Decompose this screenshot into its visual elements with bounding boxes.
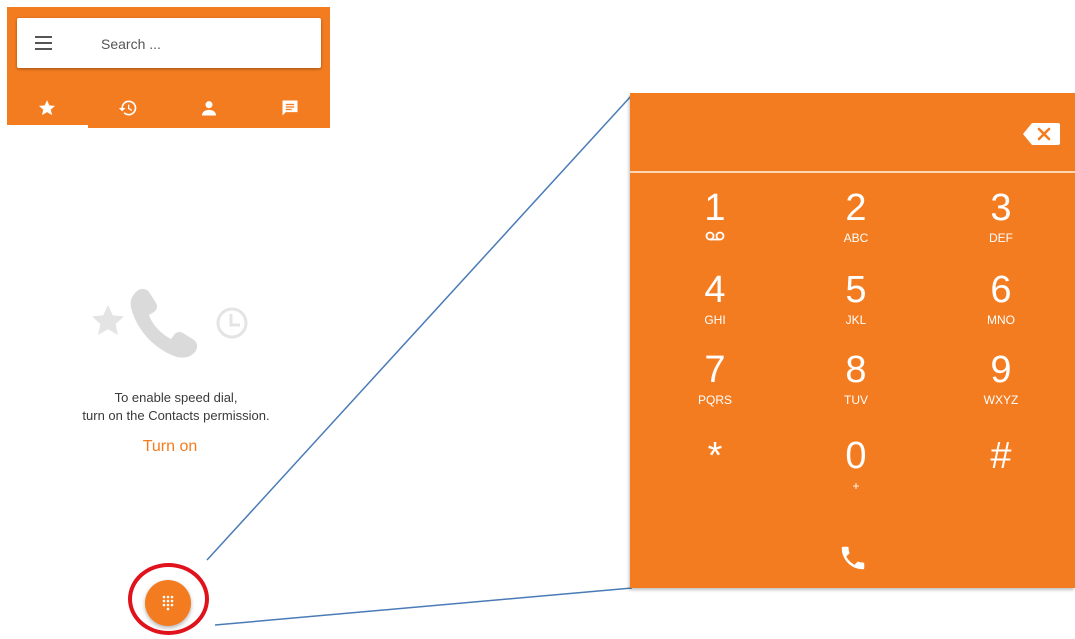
key-letters: MNO [987,313,1015,327]
key-digit: 5 [845,269,867,311]
key-4[interactable]: 4 GHI [660,270,770,348]
key-digit: 9 [990,349,1012,391]
search-input[interactable] [99,32,303,56]
key-hash[interactable]: # [946,436,1056,514]
tab-contacts[interactable] [169,87,250,128]
key-digit: * [707,435,723,477]
key-letters: WXYZ [983,393,1019,407]
tab-messages[interactable] [249,87,330,128]
key-5[interactable]: 5 JKL [801,270,911,348]
key-letters: PQRS [697,393,732,407]
phone-icon [130,288,198,358]
digits-display[interactable] [650,115,1010,149]
key-3[interactable]: 3 DEF [946,188,1056,266]
star-icon [92,305,124,335]
key-7[interactable]: 7 PQRS [660,350,770,428]
call-button[interactable] [838,543,868,575]
turn-on-button[interactable]: Turn on [110,438,230,456]
key-digit: # [990,435,1012,477]
key-digit: 0 [845,435,867,477]
dialpad-divider [630,171,1075,173]
key-8[interactable]: 8 TUV [801,350,911,428]
key-digit: 7 [704,349,726,391]
message-icon [282,100,298,115]
callout-line-top [206,94,633,561]
history-icon [118,100,137,115]
key-letters: DEF [989,231,1013,245]
app-bar [7,7,330,128]
callout-line-bottom [214,587,633,626]
key-letters: ABC [843,231,869,245]
empty-state-line-1: To enable speed dial, [114,390,238,405]
key-digit: 4 [704,269,726,311]
tab-speed-dial[interactable] [7,87,88,128]
clock-icon [216,307,248,339]
phone-icon [841,546,865,570]
digits-row [630,93,1075,170]
empty-state-message: To enable speed dial, turn on the Contac… [40,389,312,425]
key-letters: TUV [844,393,868,407]
key-digit: 3 [990,187,1012,229]
key-0[interactable]: 0 + [801,436,911,514]
dialpad-keys: 1 2 ABC 3 DEF 4 GHI 5 JKL 6 MNO 7 PQRS 8… [630,188,1075,513]
search-box[interactable] [17,18,321,68]
key-letters: GHI [704,313,726,327]
key-letters: JKL [845,313,867,327]
voicemail-icon [705,231,725,241]
person-icon [201,100,216,115]
menu-icon[interactable] [32,32,56,54]
key-digit: 2 [845,187,867,229]
key-star[interactable]: * [660,436,770,514]
key-letters: + [852,479,860,493]
key-digit: 6 [990,269,1012,311]
key-6[interactable]: 6 MNO [946,270,1056,348]
key-9[interactable]: 9 WXYZ [946,350,1056,428]
key-2[interactable]: 2 ABC [801,188,911,266]
tab-bar [7,87,330,128]
key-1[interactable]: 1 [660,188,770,266]
empty-state-line-2: turn on the Contacts permission. [82,408,270,423]
speed-dial-empty-illustration [92,288,248,358]
tab-recents[interactable] [88,87,169,128]
dialpad-panel: 1 2 ABC 3 DEF 4 GHI 5 JKL 6 MNO 7 PQRS 8… [630,93,1075,588]
star-icon [39,99,56,115]
key-digit: 8 [845,349,867,391]
backspace-icon[interactable] [1022,122,1060,146]
key-digit: 1 [704,187,726,229]
highlight-circle [128,563,209,635]
